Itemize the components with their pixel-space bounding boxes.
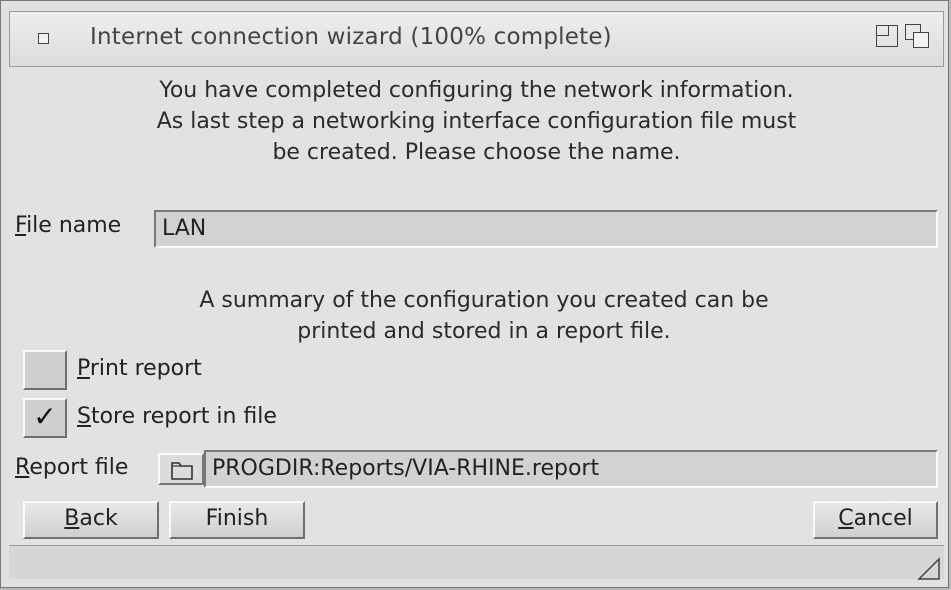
store-report-label-text: tore report in file — [90, 404, 277, 429]
wizard-content: You have completed configuring the netwo… — [9, 67, 944, 579]
print-report-hotkey: P — [77, 356, 90, 381]
print-report-label[interactable]: Print report — [77, 356, 202, 381]
close-icon[interactable] — [38, 33, 49, 44]
report-file-value: PROGDIR:Reports/VIA-RHINE.report — [212, 456, 600, 481]
intro-line: You have completed configuring the netwo… — [159, 78, 794, 103]
cancel-hotkey: C — [838, 506, 854, 531]
intro-line: As last step a networking interface conf… — [156, 109, 797, 134]
checkmark-icon: ✓ — [33, 400, 57, 433]
window-title: Internet connection wizard (100% complet… — [90, 24, 612, 50]
intro-line: be created. Please choose the name. — [272, 140, 681, 165]
file-name-value: LAN — [162, 216, 207, 241]
file-name-hotkey: F — [15, 213, 27, 238]
report-file-field[interactable]: PROGDIR:Reports/VIA-RHINE.report — [204, 450, 938, 488]
store-report-label[interactable]: Store report in file — [77, 404, 277, 429]
folder-icon — [171, 462, 193, 480]
back-hotkey: B — [64, 506, 80, 531]
cancel-label: ancel — [853, 506, 913, 531]
finish-label: Finish — [205, 506, 269, 531]
summary-text: A summary of the configuration you creat… — [139, 285, 829, 347]
zoom-icon[interactable] — [876, 25, 898, 47]
back-button[interactable]: Back — [23, 501, 159, 539]
finish-button[interactable]: Finish — [169, 501, 305, 539]
title-bar[interactable]: Internet connection wizard (100% complet… — [9, 11, 944, 67]
print-report-label-text: rint report — [89, 356, 202, 381]
back-label: ack — [79, 506, 118, 531]
store-report-checkbox[interactable]: ✓ — [23, 398, 67, 438]
store-report-hotkey: S — [77, 404, 91, 429]
file-name-label: File name — [15, 213, 121, 238]
status-bar — [9, 546, 944, 579]
cancel-button[interactable]: Cancel — [813, 501, 938, 539]
file-name-label-text: ile name — [26, 213, 122, 238]
print-report-checkbox[interactable] — [23, 350, 67, 390]
file-name-field[interactable]: LAN — [154, 210, 938, 248]
report-file-hotkey: R — [15, 455, 30, 480]
summary-line: printed and stored in a report file. — [297, 319, 671, 344]
wizard-window: Internet connection wizard (100% complet… — [0, 0, 949, 588]
report-file-label-text: eport file — [29, 455, 129, 480]
depth-icon[interactable] — [905, 24, 933, 50]
intro-text: You have completed configuring the netwo… — [9, 75, 944, 168]
summary-line: A summary of the configuration you creat… — [199, 288, 769, 313]
choose-file-button[interactable] — [158, 453, 204, 485]
report-file-label: Report file — [15, 455, 128, 480]
resize-icon[interactable] — [917, 557, 941, 581]
